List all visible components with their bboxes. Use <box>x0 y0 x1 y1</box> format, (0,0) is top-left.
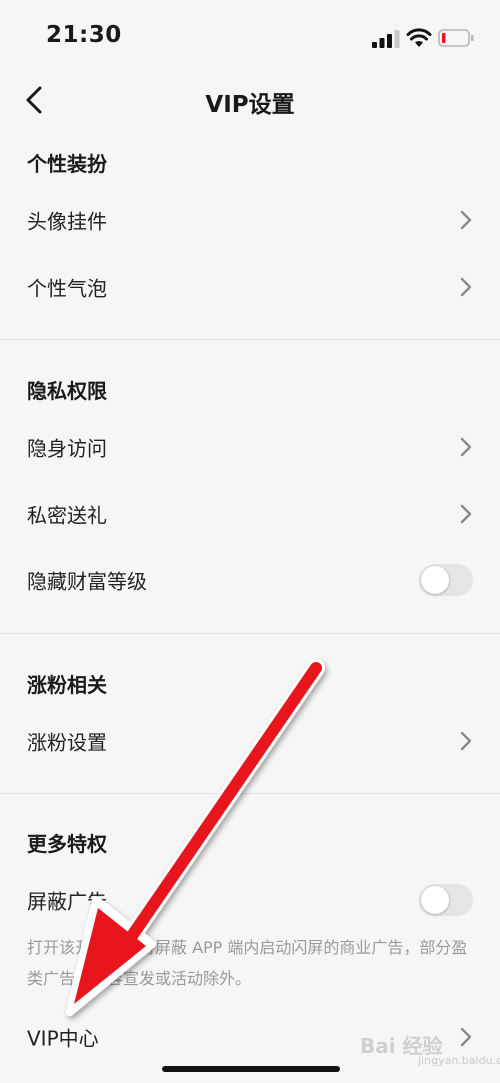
block-ads-toggle[interactable] <box>419 884 473 916</box>
row-label: 个性气泡 <box>27 276 107 301</box>
row-label: 隐藏财富等级 <box>27 569 147 594</box>
hide-wealth-level-toggle[interactable] <box>419 564 473 596</box>
cellular-signal-icon <box>372 30 400 48</box>
section-title-more-privileges: 更多特权 <box>27 832 107 856</box>
section-divider <box>0 339 500 340</box>
section-title-appearance: 个性装扮 <box>27 152 107 176</box>
section-title-followers: 涨粉相关 <box>27 673 107 697</box>
row-label: 屏蔽广告 <box>27 889 107 914</box>
battery-icon <box>438 29 474 47</box>
toggle-knob <box>421 886 449 914</box>
row-label: 涨粉设置 <box>27 730 107 755</box>
chevron-right-icon <box>460 504 472 524</box>
row-private-gift[interactable]: 私密送礼 <box>0 481 500 547</box>
chevron-right-icon <box>460 437 472 457</box>
chevron-right-icon <box>460 1027 472 1047</box>
chevron-right-icon <box>460 277 472 297</box>
row-avatar-pendant[interactable]: 头像挂件 <box>0 187 500 253</box>
section-divider <box>0 793 500 794</box>
row-invisible-visit[interactable]: 隐身访问 <box>0 414 500 480</box>
row-label: 头像挂件 <box>27 209 107 234</box>
row-block-ads: 屏蔽广告 <box>0 867 500 933</box>
status-time: 21:30 <box>46 22 122 48</box>
row-chat-bubble[interactable]: 个性气泡 <box>0 254 500 320</box>
chevron-right-icon <box>460 731 472 751</box>
watermark-url: jingyan.baidu.com <box>418 1054 500 1067</box>
page-title: VIP设置 <box>205 92 295 118</box>
row-follower-settings[interactable]: 涨粉设置 <box>0 708 500 774</box>
toggle-knob <box>421 566 449 594</box>
wifi-icon <box>406 28 432 47</box>
section-divider <box>0 633 500 634</box>
row-label: 私密送礼 <box>27 503 107 528</box>
section-title-privacy: 隐私权限 <box>27 379 107 403</box>
block-ads-description: 打开该开关后，将屏蔽 APP 端内启动闪屏的商业广告，部分盈类广告，内容宣发或活… <box>27 938 468 988</box>
row-label: 隐身访问 <box>27 436 107 461</box>
row-hide-wealth-level: 隐藏财富等级 <box>0 547 500 613</box>
chevron-right-icon <box>460 210 472 230</box>
row-label: VIP中心 <box>27 1026 99 1051</box>
home-indicator <box>162 1066 340 1072</box>
